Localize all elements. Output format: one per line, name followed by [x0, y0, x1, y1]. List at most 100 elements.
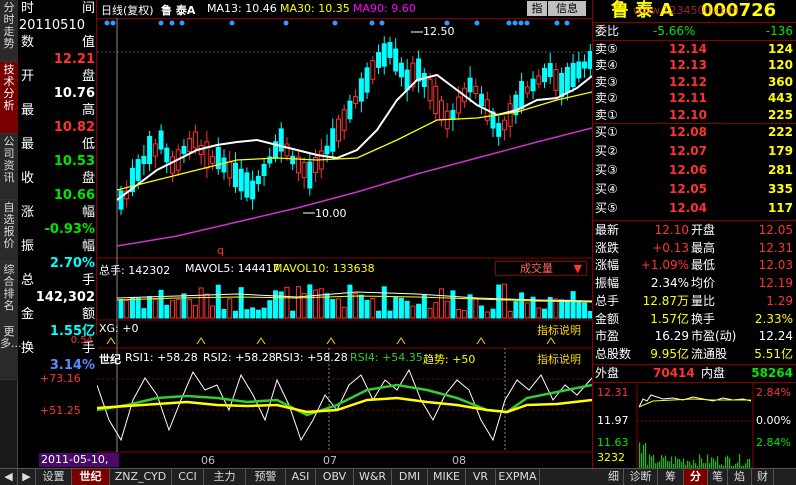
bottom-right-tab[interactable]: 诊断 — [624, 469, 658, 485]
tab-technical[interactable]: 技术分析 — [0, 62, 18, 134]
volume-bar — [513, 301, 519, 319]
tab-watchlist[interactable]: 自选报价 — [0, 200, 18, 262]
stat-label: 均价 — [691, 276, 716, 291]
xg-explain-button[interactable]: 指标说明 — [537, 322, 581, 338]
waipan-value: 70414 — [653, 366, 695, 380]
xg-axis-value: 0.54 — [70, 335, 93, 346]
candle-body — [141, 155, 147, 165]
sell-row[interactable]: 卖① 12.10 225 — [593, 107, 796, 123]
amp-value: 2.70% — [49, 256, 95, 271]
label-zong: 总 — [21, 273, 35, 288]
bottom-right-tab[interactable]: 笔 — [708, 469, 728, 485]
bottom-tab[interactable]: CCI — [172, 469, 204, 485]
bottom-tab[interactable]: W&R — [354, 469, 392, 485]
buy-volume: 117 — [767, 201, 793, 215]
buy-row[interactable]: 买③ 12.06 281 — [593, 162, 796, 178]
stat-value: 12.31 — [758, 240, 793, 255]
candle-body — [421, 72, 427, 88]
month-label-07: 07 — [323, 454, 337, 467]
bottom-nav-arrow[interactable]: ◀ — [0, 469, 18, 485]
candle-body — [307, 161, 313, 189]
stat-row: 振幅 2.34% 均价 12.19 — [593, 275, 796, 291]
bottom-tab[interactable]: ASI — [286, 469, 316, 485]
indicator-dropdown[interactable]: 成交量 ▼ — [495, 261, 587, 276]
candle-body — [250, 180, 256, 200]
rsi-pane-title: 世纪 — [99, 353, 121, 366]
tab-company-news[interactable]: 公司资讯 — [0, 134, 18, 200]
bottom-right-tab[interactable]: 分 — [684, 469, 708, 485]
tab-intraday[interactable]: 分时走势 — [0, 0, 18, 62]
mini-low: 11.63 — [597, 436, 629, 449]
bottom-tab[interactable]: 主力 — [204, 469, 246, 485]
bottom-nav-arrow-right[interactable]: ▶ — [18, 469, 36, 485]
vol-title: 总手: 142302 — [99, 264, 171, 277]
candle-body — [187, 137, 193, 153]
stat-label: 量比 — [691, 293, 716, 308]
volume-bar — [416, 303, 422, 319]
bottom-right-tab[interactable]: 筹 — [658, 469, 684, 485]
bottom-tab[interactable]: 世纪 — [72, 469, 110, 485]
buy-row[interactable]: 买② 12.07 179 — [593, 143, 796, 159]
candle-body — [232, 162, 238, 188]
stat-label: 涨跌 — [595, 240, 620, 255]
buy-row[interactable]: 买① 12.08 222 — [593, 124, 796, 140]
candle-body — [570, 62, 576, 88]
bottom-right-tab[interactable]: 细 — [604, 469, 624, 485]
buy-row[interactable]: 买⑤ 12.04 117 — [593, 200, 796, 216]
candle-body — [404, 69, 410, 91]
signal-dot — [379, 20, 385, 26]
volume-bar — [290, 310, 296, 319]
candle-body — [255, 175, 261, 185]
buy-row[interactable]: 买④ 12.05 335 — [593, 181, 796, 197]
bottom-tab[interactable]: OBV — [316, 469, 354, 485]
bottom-tab[interactable]: MIKE — [428, 469, 466, 485]
bottom-tab[interactable]: 预警 — [246, 469, 286, 485]
volume-bar — [456, 309, 462, 319]
rsi-high-label: +73.16 — [40, 372, 81, 385]
candle-body — [393, 48, 399, 72]
sell-price: 12.14 — [669, 42, 707, 56]
bottom-tab[interactable]: EXPMA — [496, 469, 540, 485]
candle-body — [192, 131, 198, 149]
volume-bar — [559, 299, 565, 319]
candle-body — [353, 96, 359, 104]
waipan-label: 外盘 — [595, 366, 620, 380]
tab-more[interactable]: 更多... — [0, 324, 22, 380]
intraday-volume-bar — [653, 454, 655, 468]
bottom-right-tab[interactable]: 财 — [752, 469, 774, 485]
candle-body — [370, 60, 376, 80]
volume-bar — [570, 291, 576, 319]
volume-bar — [141, 308, 147, 319]
label-shou: 收 — [21, 171, 35, 186]
rsi-explain-button[interactable]: 指标说明 — [537, 351, 581, 367]
candle-body — [519, 81, 525, 109]
candle-body — [181, 145, 187, 155]
signal-dot — [283, 20, 289, 26]
sell-row[interactable]: 卖③ 12.12 360 — [593, 74, 796, 90]
chart-area[interactable]: 日线(复权) 鲁 泰A MA13: 10.46 MA30: 10.35 MA90… — [39, 0, 592, 480]
intraday-volume-bar — [667, 461, 669, 468]
signal-dot — [110, 20, 116, 26]
stat-row: 总手 12.87万 量比 1.29 — [593, 293, 796, 309]
label-kai: 开 — [21, 69, 35, 84]
bottom-tab[interactable]: 设置 — [36, 469, 72, 485]
bottom-tab[interactable]: ZNZ_CYD — [110, 469, 172, 485]
sell-row[interactable]: 卖② 12.11 443 — [593, 90, 796, 106]
sell-row[interactable]: 卖④ 12.13 120 — [593, 57, 796, 73]
candle-body — [381, 43, 387, 67]
volume-bar — [192, 304, 198, 319]
bottom-tab[interactable]: DMI — [392, 469, 428, 485]
bottom-right-tab[interactable]: 焰 — [728, 469, 752, 485]
weibi-value: -5.66% — [653, 24, 696, 38]
buy-level-label: 买③ — [595, 163, 618, 177]
candle-body — [238, 168, 244, 192]
intraday-volume-bar — [639, 442, 641, 468]
sell-row[interactable]: 卖⑤ 12.14 124 — [593, 41, 796, 57]
tab-ranking[interactable]: 综合排名 — [0, 262, 18, 324]
stat-label: 最低 — [691, 258, 716, 273]
cursor-date: 2011-05-10,二 — [39, 453, 119, 480]
bottom-tab[interactable]: VR — [466, 469, 496, 485]
volume-bar — [307, 284, 313, 319]
volume-bar — [376, 310, 382, 319]
candle-body — [501, 119, 507, 131]
